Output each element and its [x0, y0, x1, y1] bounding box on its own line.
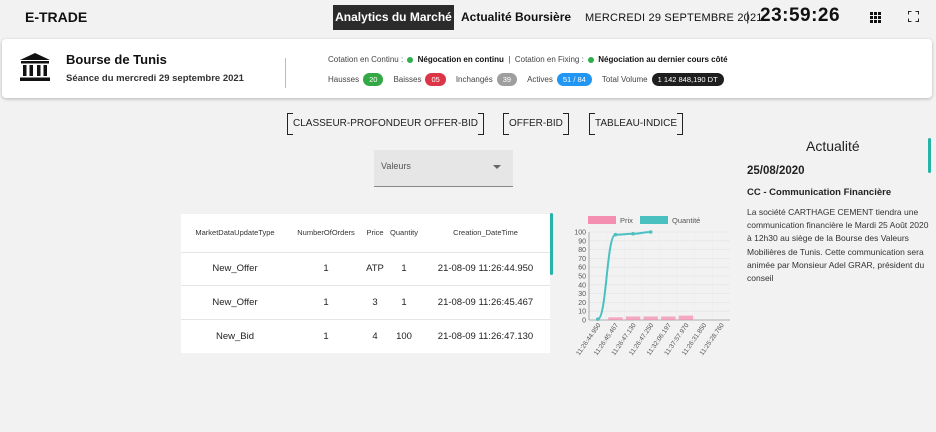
y-tick-label: 70 — [578, 256, 586, 263]
table-cell: 1 — [387, 252, 421, 286]
column-header[interactable]: MarketDataUpdateType — [181, 214, 289, 253]
caret-down-icon — [493, 165, 501, 169]
valeurs-select[interactable]: Valeurs — [374, 150, 513, 187]
current-date: MERCREDI 29 SEPTEMBRE 2021 — [585, 12, 763, 24]
table-cell: 1 — [387, 285, 421, 320]
y-tick-label: 10 — [578, 309, 586, 316]
y-tick-label: 60 — [578, 265, 586, 272]
table-cell: 21-08-09 11:26:47.130 — [437, 330, 534, 342]
table-cell: New_Bid — [215, 330, 255, 342]
orders-table: MarketDataUpdateType NumberOfOrders Pric… — [181, 214, 550, 353]
table-cell: ATP — [363, 252, 387, 286]
legend-swatch — [640, 216, 668, 224]
table-cell: 100 — [396, 330, 412, 342]
legend-swatch — [588, 216, 616, 224]
quantite-point — [596, 317, 600, 321]
table-row[interactable]: New_Offer 1 ATP 1 21-08-09 11:26:44.950 — [181, 252, 550, 286]
table-row[interactable]: New_Offer 1 3 1 21-08-09 11:26:45.467 — [181, 285, 550, 320]
actives-badge: 51 / 84 — [556, 73, 592, 86]
table-cell: New_Offer — [181, 285, 289, 320]
y-tick-label: 40 — [578, 282, 586, 289]
divider — [285, 58, 286, 88]
cotation-fixing-label: Cotation en Fixing : — [514, 55, 584, 64]
hausses-badge: 20 — [363, 73, 384, 86]
column-header[interactable]: Price — [363, 214, 387, 253]
y-tick-label: 90 — [578, 238, 586, 245]
tab-tableau-indice[interactable]: TABLEAU-INDICE — [589, 113, 684, 135]
y-tick-label: 80 — [578, 247, 586, 254]
table-header-row: MarketDataUpdateType NumberOfOrders Pric… — [181, 214, 550, 253]
volume-badge: 1 142 848,190 DT — [651, 73, 724, 86]
legend-label: Quantité — [672, 216, 700, 225]
market-stats: Hausses 20 Baisses 05 Inchangés 39 Activ… — [328, 73, 724, 86]
hausses-label: Hausses — [328, 75, 360, 84]
table-row[interactable]: New_Bid 1 4 100 21-08-09 11:26:47.130 — [181, 319, 550, 353]
table-cell: 3 — [363, 285, 387, 320]
news-scrollbar[interactable] — [928, 138, 931, 173]
table-cell: 1 — [323, 330, 329, 342]
table-cell: New_Offer — [181, 252, 289, 286]
cotation-fixing-value: Négociation au dernier cours côté — [598, 55, 728, 64]
market-header-card: Bourse de Tunis Séance du mercredi 29 se… — [2, 39, 932, 98]
actualite-title: Actualité — [806, 138, 860, 154]
news-body: La société CARTHAGE CEMENT tiendra une c… — [747, 207, 929, 284]
prix-bar — [678, 315, 694, 320]
prix-quantite-chart: 0102030405060708090100Prix Quantité11:26:… — [574, 216, 730, 357]
cotation-continu-value: Négocation en continu — [417, 55, 504, 64]
news-heading[interactable]: CC - Communication Financière — [747, 187, 891, 198]
nav-analytics-marche[interactable]: Analytics du Marché — [333, 5, 454, 30]
legend-label: Prix — [620, 216, 633, 225]
baisses-badge: 05 — [425, 73, 446, 86]
table-cell: 21-08-09 11:26:45.467 — [421, 285, 550, 320]
table-cell: 1 — [289, 252, 363, 286]
bank-icon — [20, 53, 50, 81]
cotation-status: Cotation en Continu : Négocation en cont… — [328, 55, 728, 64]
column-header[interactable]: Quantity — [387, 214, 421, 253]
status-dot-icon — [407, 56, 414, 63]
cotation-continu-label: Cotation en Continu : — [328, 55, 404, 64]
date-separator: | — [746, 9, 750, 24]
inchanges-badge: 39 — [496, 73, 518, 86]
top-bar: E-TRADE Analytics du Marché Actualité Bo… — [0, 0, 936, 34]
quantite-point — [631, 231, 635, 236]
y-tick-label: 0 — [582, 318, 586, 325]
brand-logo[interactable]: E-TRADE — [25, 9, 87, 25]
valeurs-select-label: Valeurs — [381, 161, 411, 171]
y-tick-label: 50 — [578, 274, 586, 281]
prix-bar — [625, 316, 641, 320]
y-tick-label: 100 — [574, 230, 586, 237]
table-cell: 4 — [372, 330, 378, 342]
exchange-title: Bourse de Tunis — [66, 52, 167, 67]
volume-label: Total Volume — [601, 75, 648, 84]
column-header[interactable]: Creation_DateTime — [421, 214, 550, 253]
session-date: Séance du mercredi 29 septembre 2021 — [66, 73, 244, 84]
y-tick-label: 20 — [578, 300, 586, 307]
prix-bar — [661, 316, 676, 320]
actives-label: Actives — [527, 75, 553, 84]
column-header[interactable]: NumberOfOrders — [289, 214, 363, 253]
table-scrollbar[interactable] — [550, 213, 553, 275]
table-cell: 21-08-09 11:26:44.950 — [421, 252, 550, 286]
baisses-label: Baisses — [393, 75, 422, 84]
nav-actualite-boursiere[interactable]: Actualité Boursière — [461, 5, 571, 30]
cotation-separator: | — [508, 55, 511, 64]
news-date: 25/08/2020 — [747, 165, 805, 177]
table-cell: 1 — [289, 285, 363, 320]
inchanges-label: Inchangés — [455, 75, 493, 84]
grid-icon[interactable] — [870, 12, 881, 23]
prix-bar — [643, 316, 658, 320]
clock: 23:59:26 — [760, 5, 841, 26]
prix-bar — [608, 317, 623, 320]
tab-offer-bid[interactable]: OFFER-BID — [503, 113, 569, 135]
y-tick-label: 30 — [578, 291, 586, 298]
tab-classeur-profondeur[interactable]: CLASSEUR-PROFONDEUR OFFER-BID — [287, 113, 485, 135]
fullscreen-icon[interactable] — [908, 11, 919, 22]
quantite-point — [613, 232, 618, 237]
quantite-point — [648, 230, 653, 234]
status-dot-icon — [588, 56, 595, 63]
